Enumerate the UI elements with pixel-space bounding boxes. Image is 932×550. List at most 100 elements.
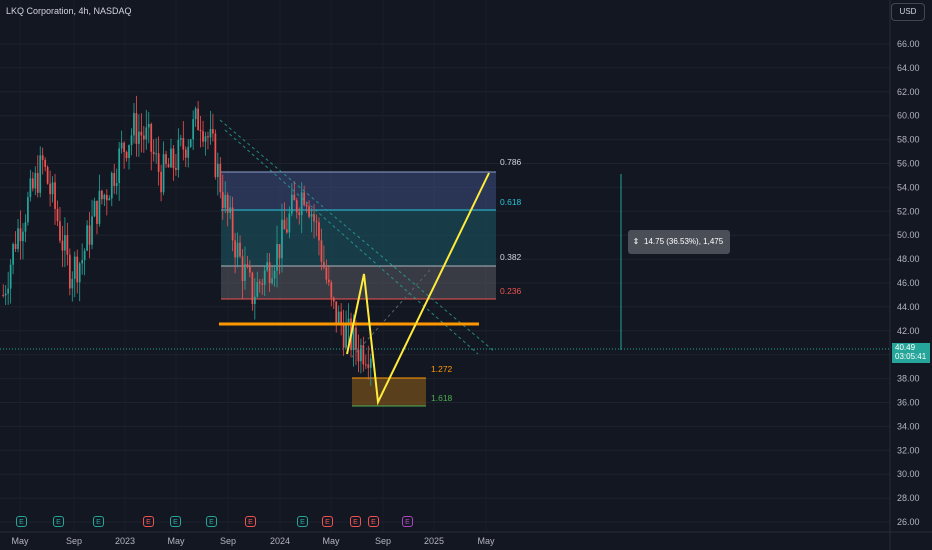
earnings-event-marker[interactable]: E (170, 516, 181, 527)
candle-body (103, 194, 106, 200)
candle-body (31, 178, 34, 189)
candle-body (310, 214, 313, 217)
candle-body (293, 194, 296, 201)
candle-body (189, 139, 192, 147)
candle-body (266, 262, 269, 271)
candle-body (335, 301, 338, 324)
candle-body (315, 221, 318, 223)
candle-body (330, 282, 333, 298)
candle-body (105, 194, 108, 201)
candle-body (239, 242, 241, 257)
candle-body (332, 297, 335, 302)
symbol-title[interactable]: LKQ Corporation, 4h, NASDAQ (6, 6, 132, 16)
earnings-event-marker[interactable]: E (368, 516, 379, 527)
price-chart[interactable]: 66.00 64.00 62.00 60.00 58.00 56.00 54.00 52.00… (0, 0, 932, 550)
earnings-event-marker[interactable]: E (245, 516, 256, 527)
candle-body (142, 135, 145, 140)
candle-body (56, 208, 59, 222)
candle-body (41, 155, 44, 160)
earnings-event-marker[interactable]: E (143, 516, 154, 527)
candle-body (263, 270, 266, 285)
candle-body (150, 123, 153, 152)
price-tick-label: 56.00 (897, 159, 920, 169)
candle-body (96, 200, 98, 224)
candle-body (177, 139, 180, 171)
time-tick-label: Sep (375, 536, 391, 546)
price-tick-label: 66.00 (897, 39, 920, 49)
candle-body (325, 267, 328, 280)
candle-body (367, 364, 370, 368)
measure-tooltip[interactable]: ⇕ 14.75 (36.53%), 1,475 (628, 230, 730, 254)
candle-body (290, 194, 293, 214)
candle-body (133, 113, 135, 136)
earnings-event-marker[interactable]: E (350, 516, 361, 527)
candle-body (165, 154, 167, 164)
candle-body (86, 225, 88, 251)
candle-body (199, 129, 202, 132)
earnings-event-marker[interactable]: E (322, 516, 333, 527)
candle-body (71, 278, 74, 289)
candle-body (246, 264, 249, 267)
candle-body (14, 244, 17, 249)
candle-body (249, 266, 251, 273)
candle-body (24, 222, 27, 232)
candle-body (226, 194, 229, 213)
candle-body (59, 221, 61, 241)
time-tick-label: 2023 (115, 536, 135, 546)
candle-body (327, 279, 330, 283)
candle-body (295, 200, 298, 213)
candle-body (39, 155, 42, 193)
earnings-event-marker[interactable]: E (93, 516, 104, 527)
candle-body (91, 216, 93, 245)
price-axis[interactable]: 66.00 64.00 62.00 60.00 58.00 56.00 54.00 52.00… (897, 39, 920, 527)
fib-label-0236: 0.236 (500, 286, 522, 296)
price-tick-label: 34.00 (897, 421, 920, 431)
candle-body (345, 325, 347, 348)
candle-body (184, 149, 187, 158)
candle-body (120, 142, 123, 149)
earnings-event-marker[interactable]: E (16, 516, 27, 527)
candle-body (305, 204, 308, 207)
candle-body (81, 260, 84, 264)
price-tick-label: 46.00 (897, 278, 920, 288)
time-tick-label: 2025 (424, 536, 444, 546)
candle-body (364, 364, 367, 366)
candle-body (241, 256, 244, 281)
candle-body (108, 198, 111, 201)
candle-body (64, 235, 66, 251)
candle-body (300, 192, 303, 216)
fib-extension[interactable]: 1.272 1.618 (352, 364, 453, 407)
candle-body (73, 256, 76, 279)
earnings-event-marker[interactable]: E (53, 516, 64, 527)
price-tick-label: 32.00 (897, 445, 920, 455)
candle-body (323, 261, 325, 268)
price-tick-label: 48.00 (897, 254, 920, 264)
price-tick-label: 44.00 (897, 302, 920, 312)
time-tick-label: Sep (66, 536, 82, 546)
candle-body (123, 142, 125, 152)
candle-body (187, 146, 190, 158)
price-tick-label: 50.00 (897, 230, 920, 240)
candle-body (212, 129, 214, 134)
candle-body (308, 206, 310, 217)
time-axis[interactable]: May Sep 2023 May Sep 2024 May Sep 2025 May (11, 536, 495, 546)
candle-body (44, 159, 47, 167)
candle-body (160, 171, 162, 193)
candle-body (261, 283, 264, 285)
candle-body (17, 228, 19, 249)
time-tick-label: May (11, 536, 29, 546)
candle-body (197, 108, 199, 130)
candle-body (273, 270, 276, 279)
candle-body (138, 131, 140, 144)
candle-body (281, 219, 283, 259)
candle-body (231, 207, 234, 241)
fib-retracement[interactable]: 0.786 0.618 0.382 0.236 (221, 157, 522, 300)
earnings-event-marker[interactable]: E (402, 516, 413, 527)
candle-body (76, 256, 79, 283)
earnings-event-marker[interactable]: E (206, 516, 217, 527)
earnings-event-marker[interactable]: E (297, 516, 308, 527)
candle-body (303, 192, 306, 205)
fib-extension-zone (352, 378, 426, 406)
candle-body (276, 243, 278, 271)
currency-button[interactable]: USD (891, 3, 925, 21)
